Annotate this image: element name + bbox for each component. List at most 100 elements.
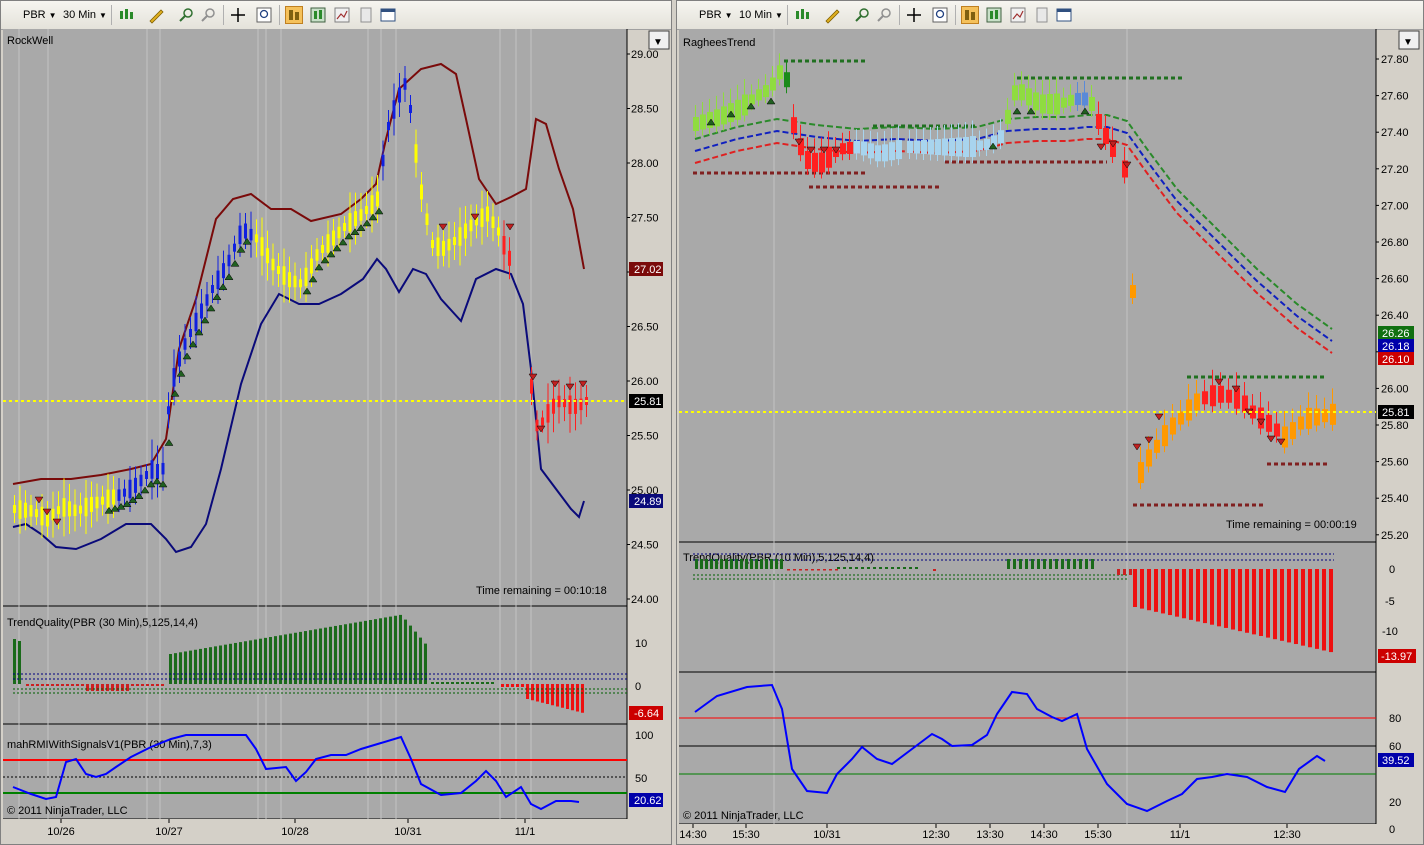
drawing-tool-button[interactable] bbox=[823, 6, 841, 24]
price-candle bbox=[1130, 285, 1136, 298]
tq-bar bbox=[1196, 569, 1200, 622]
price-candle bbox=[24, 502, 27, 518]
chart-style-button[interactable] bbox=[117, 6, 135, 24]
price-candle bbox=[486, 206, 489, 222]
price-candle bbox=[35, 509, 38, 518]
pencil-icon bbox=[149, 9, 164, 24]
tq-bar bbox=[279, 635, 282, 684]
tq-bar bbox=[234, 642, 237, 684]
properties-button[interactable] bbox=[357, 6, 375, 24]
price-candle bbox=[332, 230, 335, 246]
tq-bar bbox=[1168, 569, 1172, 616]
price-candle bbox=[1162, 425, 1168, 447]
line-chart-button[interactable] bbox=[333, 6, 351, 24]
price-candle bbox=[354, 211, 357, 227]
price-candle bbox=[84, 497, 88, 517]
tq-bar bbox=[61, 684, 64, 686]
data-box-button[interactable] bbox=[931, 6, 949, 24]
price-candle bbox=[161, 462, 165, 475]
price-candle bbox=[194, 312, 198, 332]
price-candle bbox=[464, 223, 467, 239]
rmi-axis-label: 20 bbox=[1389, 797, 1401, 809]
tq-bar bbox=[1067, 559, 1070, 569]
tq-bar bbox=[319, 628, 322, 684]
indicators-icon bbox=[289, 10, 299, 20]
price-candle bbox=[299, 279, 302, 288]
tq-bar bbox=[424, 643, 427, 684]
price-candle bbox=[326, 234, 330, 253]
tq-bar bbox=[86, 684, 89, 691]
tq-bar bbox=[274, 636, 277, 684]
zoom-out-icon bbox=[201, 8, 215, 22]
tq-bar bbox=[1085, 559, 1088, 569]
price-candle bbox=[277, 266, 280, 274]
tq-bar bbox=[1245, 569, 1249, 633]
time-remaining: Time remaining = 00:10:18 bbox=[476, 585, 607, 597]
tq-bar bbox=[1238, 569, 1242, 632]
interval-dropdown[interactable]: 10 Min ▼ bbox=[739, 7, 783, 23]
price-candle bbox=[1298, 416, 1304, 430]
time-remaining: Time remaining = 00:00:19 bbox=[1226, 519, 1357, 531]
crosshair-button[interactable] bbox=[229, 6, 247, 24]
right-chart-area[interactable]: RagheesTrend ▼ 27.80 27.60 27.40 27.20 27.00… bbox=[677, 29, 1423, 845]
zoom-in-button[interactable] bbox=[177, 6, 195, 24]
price-candle bbox=[29, 505, 33, 517]
tq-bar bbox=[710, 559, 713, 569]
tq-bar bbox=[364, 620, 367, 684]
left-chart-area[interactable]: RockWell ▼ 29.0028.5028.0027.5027.0026.5… bbox=[1, 29, 671, 845]
time-axis-label: 14:30 bbox=[1030, 829, 1058, 841]
zoom-out-button[interactable] bbox=[199, 6, 217, 24]
data-box-button[interactable] bbox=[255, 6, 273, 24]
window-button[interactable] bbox=[1055, 6, 1073, 24]
zoom-out-button[interactable] bbox=[875, 6, 893, 24]
tq-bar bbox=[491, 682, 494, 684]
tq-bar bbox=[897, 567, 900, 569]
properties-button[interactable] bbox=[1033, 6, 1051, 24]
tq-bar bbox=[1013, 559, 1016, 569]
price-candle bbox=[266, 248, 269, 264]
tq-bar bbox=[915, 567, 918, 569]
price-candle bbox=[1202, 391, 1208, 405]
tq-bar bbox=[1123, 569, 1126, 575]
right-chart-svg[interactable]: RagheesTrend ▼ 27.80 27.60 27.40 27.20 27.00… bbox=[677, 29, 1423, 845]
price-candle bbox=[1290, 422, 1296, 440]
tq-bar bbox=[1161, 569, 1165, 614]
window-button[interactable] bbox=[379, 6, 397, 24]
price-candle bbox=[1047, 94, 1053, 114]
instrument-dropdown[interactable]: PBR ▼ bbox=[23, 7, 57, 23]
tq-bar bbox=[419, 637, 422, 684]
crosshair-button[interactable] bbox=[905, 6, 923, 24]
tq-bar bbox=[903, 567, 906, 569]
drawing-tool-button[interactable] bbox=[147, 6, 165, 24]
strategies-button[interactable] bbox=[309, 6, 327, 24]
time-axis-label: 15:30 bbox=[732, 829, 760, 841]
instrument-dropdown[interactable]: PBR ▼ bbox=[699, 7, 733, 23]
price-candle bbox=[935, 139, 941, 155]
tq-bar bbox=[1203, 569, 1207, 624]
price-candle bbox=[998, 130, 1004, 144]
strategy-icon bbox=[986, 7, 1002, 23]
price-candle bbox=[784, 72, 790, 88]
strategies-button[interactable] bbox=[985, 6, 1003, 24]
tq-bar bbox=[13, 639, 16, 684]
candlestick-icon bbox=[796, 9, 809, 19]
left-chart-svg[interactable]: RockWell ▼ 29.0028.5028.0027.5027.0026.5… bbox=[1, 29, 671, 845]
tq-bar bbox=[66, 684, 69, 686]
price-candle bbox=[914, 140, 920, 154]
tq-bar bbox=[775, 559, 778, 569]
price-candle bbox=[1005, 109, 1011, 124]
tq-bar bbox=[715, 559, 718, 569]
tq-bar bbox=[695, 559, 698, 569]
tq-bar bbox=[829, 569, 832, 571]
tq-bar bbox=[136, 684, 139, 686]
indicators-button[interactable] bbox=[961, 6, 979, 24]
price-candle bbox=[714, 109, 720, 127]
indicators-button[interactable] bbox=[285, 6, 303, 24]
line-chart-button[interactable] bbox=[1009, 6, 1027, 24]
time-axis-label: 10/31 bbox=[394, 826, 422, 838]
chart-style-button[interactable] bbox=[793, 6, 811, 24]
interval-dropdown[interactable]: 30 Min ▼ bbox=[63, 7, 107, 23]
tq-bar bbox=[91, 684, 94, 691]
tq-bar bbox=[1154, 569, 1158, 612]
zoom-in-button[interactable] bbox=[853, 6, 871, 24]
